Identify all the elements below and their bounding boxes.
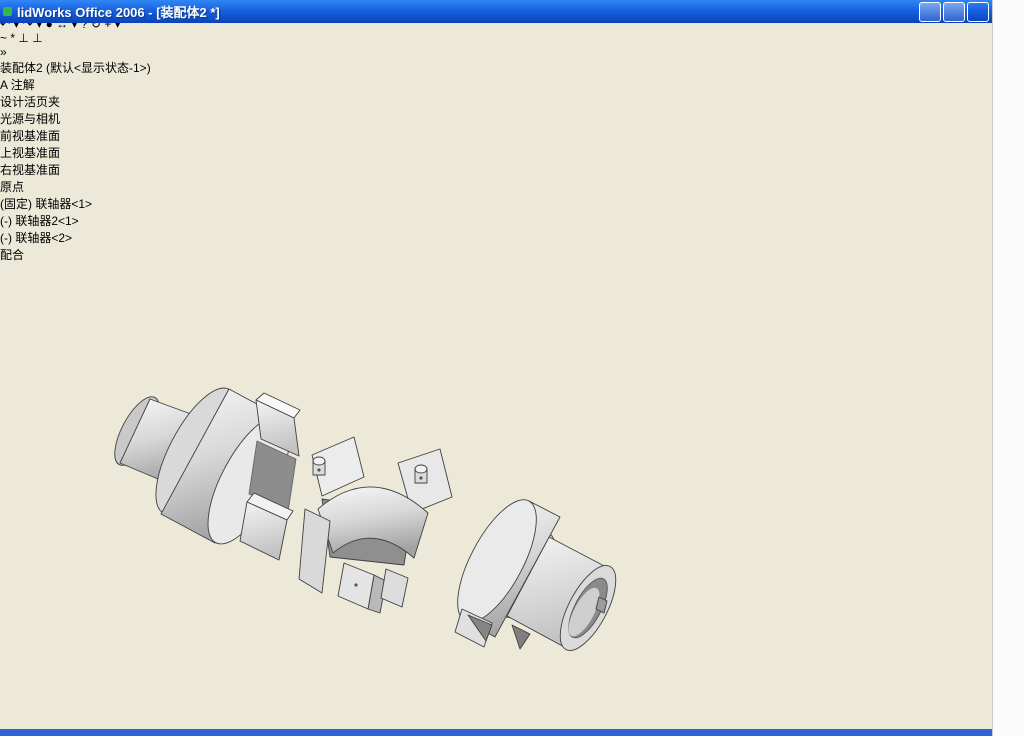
feature-tree: 装配体2 (默认<显示状态-1>) A 注解 设计活页夹 光源与相机 前视基准面… (0, 59, 992, 263)
tree-item-design-binder[interactable]: 设计活页夹 (0, 93, 992, 110)
tree-item-label: (-) 联轴器<2> (0, 231, 73, 245)
tree-item-assembly-root[interactable]: 装配体2 (默认<显示状态-1>) (0, 59, 992, 76)
title-bar[interactable]: lidWorks Office 2006 - [装配体2 *] (0, 0, 992, 23)
tree-item-right-plane[interactable]: 右视基准面 (0, 161, 992, 178)
tree-item-front-plane[interactable]: 前视基准面 (0, 127, 992, 144)
tree-item-lights-cameras[interactable]: 光源与相机 (0, 110, 992, 127)
desktop-bottom-strip (0, 729, 992, 736)
restore-button[interactable] (943, 1, 965, 22)
tree-item-mates[interactable]: 配合 (0, 246, 992, 263)
tree-item-annotations[interactable]: A 注解 (0, 76, 992, 93)
window-controls (919, 1, 992, 22)
annotations-icon: A (0, 78, 8, 92)
tree-item-top-plane[interactable]: 上视基准面 (0, 144, 992, 161)
feature-manager-panel: » 装配体2 (默认<显示状态-1>) A 注解 设计活页夹 光源与相机 前视基… (0, 45, 992, 263)
tree-item-label: 右视基准面 (0, 163, 61, 177)
point-tool-icon[interactable]: * (10, 31, 15, 45)
app-icon (3, 7, 12, 16)
tree-item-coupling-2[interactable]: (-) 联轴器<2> (0, 229, 992, 246)
tree-item-label: 注解 (10, 78, 35, 92)
coupling-part-1[interactable] (106, 377, 306, 561)
tree-item-label: 光源与相机 (0, 112, 61, 126)
display-relations-icon[interactable]: ⊥ (32, 31, 42, 45)
tree-item-label: 设计活页夹 (0, 95, 61, 109)
tree-item-label: 装配体2 (默认<显示状态-1>) (0, 61, 151, 75)
tree-item-label: 配合 (0, 248, 25, 262)
main-area: » 装配体2 (默认<显示状态-1>) A 注解 设计活页夹 光源与相机 前视基… (0, 45, 992, 736)
tree-item-origin[interactable]: 原点 (0, 178, 992, 195)
close-button[interactable] (967, 1, 989, 22)
tree-item-coupling-1[interactable]: (固定) 联轴器<1> (0, 195, 992, 212)
feature-manager-tabs: » (0, 45, 992, 59)
sketch-toolbar: ~ * ⊥ ⊥ (0, 31, 992, 45)
assembly-3d-view: X Y Z (106, 377, 627, 659)
tabs-overflow-chevron-icon[interactable]: » (0, 45, 7, 59)
spline-tool-icon[interactable]: ~ (0, 31, 7, 45)
tree-item-coupling2-1[interactable]: (-) 联轴器2<1> (0, 212, 992, 229)
tree-item-label: 原点 (0, 180, 25, 194)
tree-item-label: (-) 联轴器2<1> (0, 214, 79, 228)
graphics-area[interactable]: X Y Z 自定义 ▼ (0, 263, 992, 736)
desktop-right-strip (992, 0, 1024, 736)
minimize-button[interactable] (919, 1, 941, 22)
solidworks-window: lidWorks Office 2006 - [装配体2 *] 文件(F) 编辑… (0, 0, 992, 729)
desktop: lidWorks Office 2006 - [装配体2 *] 文件(F) 编辑… (0, 0, 1024, 736)
tree-item-label: (固定) 联轴器<1> (0, 197, 93, 211)
tree-item-label: 前视基准面 (0, 129, 61, 143)
window-title: lidWorks Office 2006 - [装配体2 *] (17, 5, 220, 20)
coupling-part-3[interactable] (442, 489, 627, 659)
tree-item-label: 上视基准面 (0, 146, 61, 160)
coupling-part-2[interactable] (298, 436, 453, 614)
add-relation-icon[interactable]: ⊥ (18, 31, 28, 45)
